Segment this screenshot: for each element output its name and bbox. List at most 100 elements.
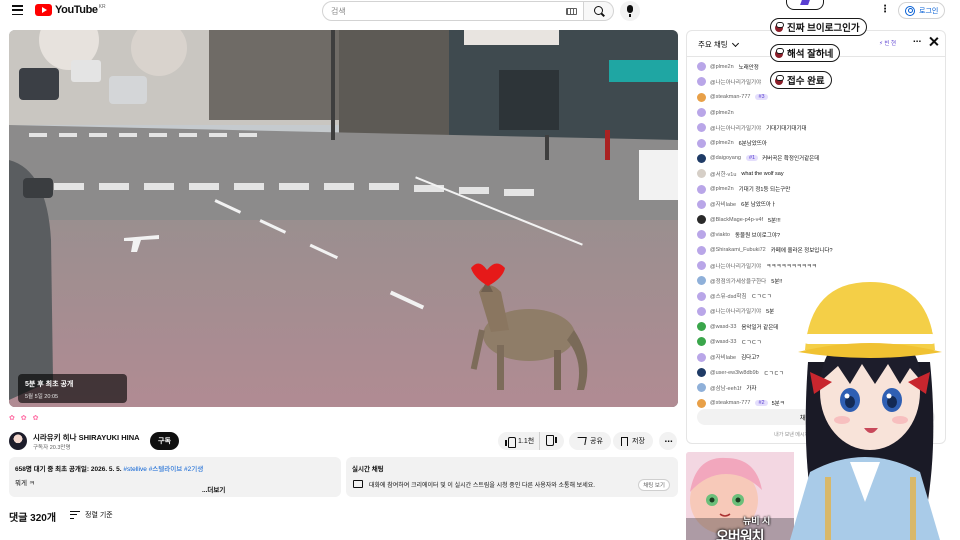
chat-author-avatar <box>697 291 706 301</box>
chat-author-avatar <box>697 62 706 72</box>
close-icon[interactable] <box>929 37 938 46</box>
thumbs-down-icon <box>548 437 557 446</box>
chat-rank-badge: #2 <box>755 400 768 407</box>
chat-message-text: 노래안정 <box>738 64 759 71</box>
comments-count-heading: 댓글 320개 <box>9 513 57 524</box>
speech-bubble-icon <box>775 22 784 32</box>
chat-author-name: @나는아나리가밀기야 <box>710 309 762 316</box>
chat-author-name: @서한-v1u <box>710 171 737 178</box>
chat-message[interactable]: @서한-v1u what the wolf say <box>697 166 942 181</box>
chat-mode-selector[interactable]: 주요 채팅 <box>698 39 739 50</box>
voice-search-button[interactable] <box>620 1 640 21</box>
description-box[interactable]: 658명 대기 중 최초 공개일: 2026. 5. 5. #stellive … <box>9 457 341 497</box>
save-label: 저장 <box>632 438 645 445</box>
channel-name[interactable]: 시라유키 히나 SHIRAYUKI HINA <box>33 432 140 443</box>
chat-author-name: @자비labe <box>710 355 737 362</box>
share-icon <box>576 437 587 445</box>
search-input[interactable] <box>331 6 561 16</box>
sort-comments-button[interactable]: 정렬 기준 <box>70 510 113 520</box>
like-button[interactable]: 1.1천 <box>498 432 540 450</box>
chat-message[interactable]: @viakto 동물원 브이로그야? <box>697 227 942 242</box>
description-stats: 658명 대기 중 최초 공개일: 2026. 5. 5. #stellive … <box>15 463 335 473</box>
search-box <box>322 1 584 21</box>
chat-message[interactable]: @나는아나리가밀기야 기대기대기대기대 <box>697 120 942 135</box>
chat-message-text: 커버곡은 확정인거같은데 <box>762 156 820 163</box>
chat-message-text: ㅋㅋㅋㅋㅋㅋㅋㅋㅋㅋ <box>766 263 817 270</box>
chat-message[interactable]: @자비labe 6분 남았뜨아ㅏ <box>697 197 942 212</box>
chat-author-name: @viakto <box>710 231 730 238</box>
chat-message[interactable]: @BlackMage-p4p-v4f 5분!!! <box>697 212 942 227</box>
chat-message-text: 동물원 브이로그야? <box>734 232 781 239</box>
share-button[interactable]: 공유 <box>569 432 611 450</box>
sort-label: 정렬 기준 <box>85 512 113 519</box>
chat-more-icon[interactable]: ⋯ <box>913 37 921 46</box>
chat-message[interactable]: @Shirakami_Fubuki72 카페에 올라온 정보입니다? <box>697 243 942 258</box>
chat-message-text: 기대기대기대기대 <box>766 125 807 132</box>
youtube-logo[interactable]: YouTube KR <box>35 4 106 16</box>
chat-message[interactable]: @나는아나리가밀기야 ㅋㅋㅋㅋㅋㅋㅋㅋㅋㅋ <box>697 258 942 273</box>
login-label: 로그인 <box>919 7 939 15</box>
open-chat-button[interactable]: 채팅 보기 <box>638 479 670 491</box>
more-options-icon[interactable]: ⋮ <box>880 4 890 15</box>
chat-author-avatar <box>697 322 706 332</box>
description-snippet: 뭐게 ㅋ <box>15 480 35 487</box>
description-hashtags[interactable]: #stellive #스텔라이브 #2기생 <box>122 466 203 473</box>
overlay-speech-bubble: 진짜 브이로그인가 <box>770 18 867 36</box>
video-player[interactable]: 5분 후 최초 공개 5월 5일 20:05 <box>9 30 678 407</box>
premiere-date: 5월 5일 20:05 <box>25 394 59 400</box>
chat-author-name: @정점의가세상을구한다 <box>710 278 767 285</box>
chat-message-text: ㄷㄱㄷㄱ <box>741 339 762 346</box>
share-label: 공유 <box>590 438 603 445</box>
chat-message-text: 김다고? <box>741 355 760 362</box>
chat-author-avatar <box>697 77 706 87</box>
chat-message-text: ㄷㄱㄷㄱ <box>751 294 772 301</box>
chat-message[interactable]: @plme2n 6분남았뜨아 <box>697 135 942 150</box>
overlay-speech-bubble: 접수 완료 <box>770 71 832 89</box>
chat-author-avatar <box>697 261 706 270</box>
microphone-icon <box>627 5 633 17</box>
chat-rank-badge: #3 <box>755 94 768 101</box>
chat-author-name: @나는아나리가밀기야 <box>710 263 762 270</box>
chat-message[interactable]: @steakman-777 #3 <box>697 90 942 105</box>
chat-author-name: @나는아나리가밀기야 <box>710 79 762 86</box>
chat-author-name: @나는아나리가밀기야 <box>710 125 762 132</box>
chat-author-avatar <box>697 352 706 362</box>
chat-author-avatar <box>697 398 706 408</box>
speech-bubble-icon <box>775 48 784 58</box>
login-button[interactable]: 로그인 <box>898 2 946 19</box>
chat-message[interactable]: @plme2n <box>697 105 942 120</box>
chat-author-avatar <box>697 306 706 316</box>
chat-author-name: @plme2n <box>710 63 734 70</box>
keyboard-icon[interactable] <box>566 8 577 15</box>
chat-author-name: @wasd-33 <box>710 323 737 330</box>
menu-icon[interactable] <box>12 5 23 15</box>
chat-author-avatar <box>697 153 706 163</box>
premiere-overlay: 5분 후 최초 공개 5월 5일 20:05 <box>18 374 127 403</box>
like-dislike-group: 1.1천 <box>498 432 564 450</box>
logo-region: KR <box>98 4 106 10</box>
channel-avatar[interactable] <box>9 432 27 450</box>
search-button[interactable] <box>584 1 614 21</box>
title-emoji-row: ✿ ✿ ✿ <box>9 415 41 422</box>
chat-author-name: @plme2n <box>710 140 734 147</box>
save-button[interactable]: 저장 <box>613 432 653 450</box>
overlay-bubble-text: 접수 완료 <box>787 76 825 87</box>
chat-bubble-icon <box>353 480 363 488</box>
chat-message[interactable]: @plme2n 기대기 정1등 되는구만 <box>697 181 942 196</box>
subscribe-button[interactable]: 구독 <box>150 432 179 450</box>
chat-author-name: @자비labe <box>710 202 737 209</box>
chat-author-name: @plme2n <box>710 109 734 116</box>
description-stats-text: 658명 대기 중 최초 공개일: 2026. 5. 5. <box>15 466 122 473</box>
chat-rank-badge: #1 <box>745 155 759 162</box>
vtuber-avatar <box>790 282 944 540</box>
description-more-link[interactable]: ...더보기 <box>202 484 225 494</box>
more-actions-button[interactable]: ⋯ <box>659 432 677 450</box>
chat-message[interactable]: @daigoyang #1 커버곡은 확정인거같은데 <box>697 151 942 166</box>
chevron-down-icon <box>731 39 739 47</box>
chat-author-avatar <box>697 230 706 240</box>
dislike-button[interactable] <box>540 432 564 450</box>
chat-author-avatar <box>697 138 706 148</box>
chat-author-name: @Shirakami_Fubuki72 <box>710 247 766 254</box>
like-count: 1.1천 <box>518 438 535 445</box>
live-chat-card-text: 대화에 참여하여 크리에이터 및 이 실시간 스트림을 시청 중인 다른 사용자… <box>369 483 595 489</box>
